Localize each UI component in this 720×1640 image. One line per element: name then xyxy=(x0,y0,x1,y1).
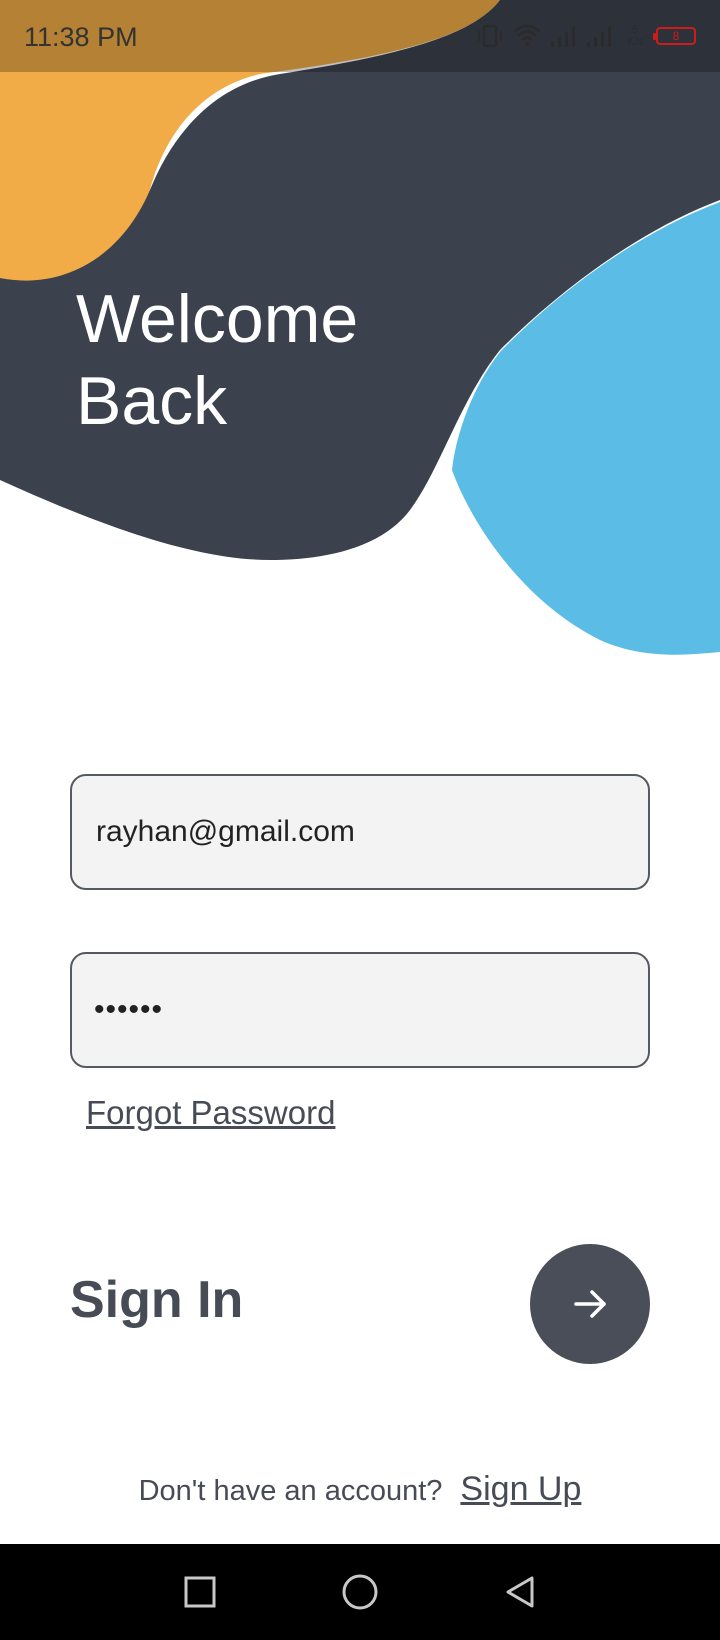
status-icons: 5 K/s 8 xyxy=(476,23,696,49)
net-speed-value: 5 xyxy=(631,24,639,36)
system-nav-bar xyxy=(0,1544,720,1640)
vibrate-icon xyxy=(478,24,502,48)
back-icon xyxy=(506,1576,534,1608)
recent-apps-icon xyxy=(184,1576,216,1608)
welcome-heading: Welcome Back xyxy=(76,278,358,442)
email-input[interactable] xyxy=(94,814,648,850)
signup-prompt-text: Don't have an account? xyxy=(138,1475,443,1507)
net-speed: 5 K/s xyxy=(622,24,648,48)
sign-up-link[interactable]: Sign Up xyxy=(460,1470,581,1509)
sign-in-button[interactable] xyxy=(530,1244,650,1364)
sign-in-title: Sign In xyxy=(70,1271,244,1329)
welcome-line-1: Welcome xyxy=(76,281,359,357)
welcome-line-2: Back xyxy=(76,363,228,439)
wifi-icon xyxy=(513,24,541,46)
battery-icon: 8 xyxy=(653,27,696,45)
net-speed-unit: K/s xyxy=(627,36,643,48)
arrow-right-icon xyxy=(574,1290,606,1318)
password-input[interactable]: •••••• xyxy=(94,993,163,1027)
home-button[interactable] xyxy=(338,1570,382,1614)
back-button[interactable] xyxy=(498,1570,542,1614)
signal-icon xyxy=(551,26,575,47)
signup-prompt: Don't have an account? Sign Up xyxy=(0,1470,720,1509)
recent-apps-button[interactable] xyxy=(178,1570,222,1614)
signal-icon-2 xyxy=(587,26,611,47)
email-field[interactable] xyxy=(70,774,650,890)
home-icon xyxy=(342,1574,378,1610)
battery-level: 8 xyxy=(672,29,680,43)
status-bar: 11:38 PM 5 K/s 8 xyxy=(0,0,720,72)
status-time: 11:38 PM xyxy=(24,21,138,52)
forgot-password-link[interactable]: Forgot Password xyxy=(86,1094,335,1132)
password-field[interactable]: •••••• xyxy=(70,952,650,1068)
